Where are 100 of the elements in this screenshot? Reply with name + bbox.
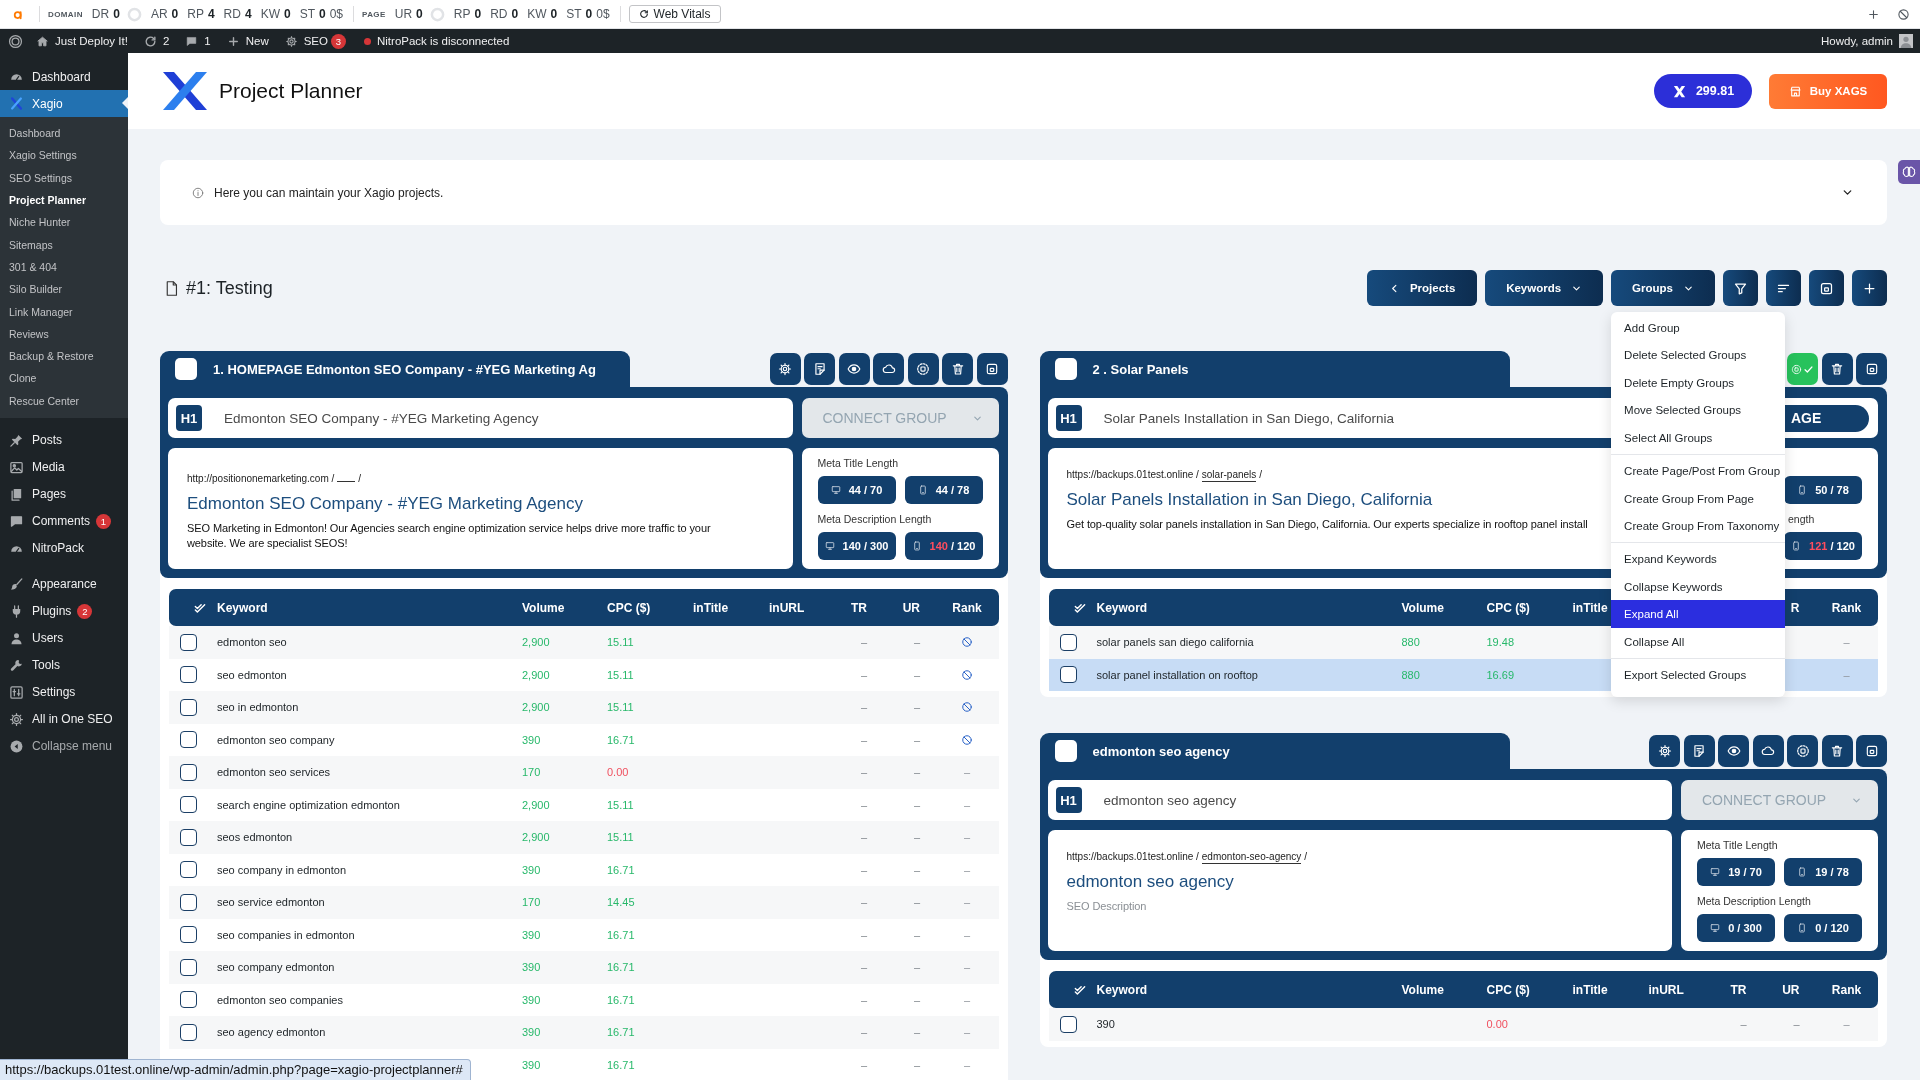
row-checkbox[interactable]	[180, 991, 197, 1009]
column-label[interactable]: CPC ($)	[1486, 982, 1530, 997]
row-checkbox[interactable]	[1059, 666, 1077, 684]
filter-button[interactable]	[1723, 270, 1758, 306]
sidebar-item[interactable]: Plugins 2	[0, 597, 128, 625]
notes-button[interactable]	[804, 353, 835, 385]
menu-item[interactable]: Expand Keywords	[1611, 545, 1786, 573]
sidebar-item[interactable]: Users	[0, 624, 128, 652]
column-label[interactable]: inTitle	[1572, 982, 1608, 997]
submenu-item[interactable]: SEO Settings	[0, 166, 128, 189]
plus-icon[interactable]	[1867, 7, 1880, 21]
slug-field[interactable]: edmonton-seo-agency	[1201, 850, 1302, 864]
submenu-item[interactable]: Clone	[0, 367, 128, 390]
column-label[interactable]: Rank	[1831, 600, 1862, 615]
back-button[interactable]: Projects	[1367, 270, 1478, 306]
menu-item[interactable]: Expand All	[1611, 600, 1786, 628]
sidebar-item[interactable]: Appearance	[0, 570, 128, 598]
cloud-button[interactable]	[873, 353, 904, 385]
row-checkbox[interactable]	[180, 698, 197, 716]
keyword-row[interactable]: seo company in edmonton 390 16.71 – – –	[169, 853, 999, 886]
row-checkbox[interactable]	[180, 666, 197, 684]
keyword-row[interactable]: seo service edmonton 170 14.45 – – –	[169, 886, 999, 919]
column-label[interactable]: R	[1790, 600, 1800, 615]
menu-item[interactable]: Add Group	[1611, 314, 1786, 342]
dropdown-button[interactable]: Groups	[1611, 270, 1715, 306]
save-button[interactable]	[1809, 270, 1844, 306]
sidebar-item[interactable]: NitroPack	[0, 534, 128, 562]
menu-item[interactable]: Collapse All	[1611, 628, 1786, 656]
save-button[interactable]	[1856, 735, 1887, 767]
h1-field[interactable]: H1 edmonton seo agency	[1047, 780, 1672, 820]
delete-button[interactable]	[1821, 353, 1853, 385]
submenu-item[interactable]: Reviews	[0, 322, 128, 345]
group-checkbox[interactable]	[1054, 740, 1077, 762]
seo-description[interactable]: SEO Marketing in Edmonton! Our Agencies search engine optimization service helps drive more traffic to your website. We are specialist SEOS!	[187, 521, 719, 551]
keyword-row[interactable]: seo agency edmonton 390 16.71 – – –	[169, 1016, 999, 1049]
preview-button[interactable]	[838, 353, 870, 385]
submenu-item[interactable]: Link Manager	[0, 300, 128, 323]
keyword-row[interactable]: edmonton seo company 390 16.71 – –	[169, 723, 999, 756]
sidebar-item[interactable]: Dashboard	[0, 63, 128, 90]
column-label[interactable]: Volume	[522, 600, 565, 615]
cloud-button[interactable]	[1752, 735, 1784, 767]
assistant-button[interactable]	[1898, 160, 1920, 184]
column-label[interactable]: Rank	[952, 600, 982, 615]
keyword-row[interactable]: seo in edmonton 2,900 15.11 – –	[169, 691, 999, 724]
keyword-row[interactable]: 390 0.00 – – –	[1048, 1008, 1878, 1041]
column-label[interactable]: UR	[902, 600, 920, 615]
slashed-circle-icon[interactable]	[1897, 7, 1910, 21]
delete-button[interactable]	[1821, 735, 1853, 767]
sidebar-item[interactable]: Comments 1	[0, 507, 128, 535]
column-label[interactable]: CPC ($)	[607, 600, 651, 615]
column-label[interactable]: Keyword	[217, 600, 268, 615]
column-label[interactable]: inTitle	[693, 600, 729, 615]
keyword-row[interactable]: search engine optimization edmonton 2,900 15.11 – – –	[169, 788, 999, 821]
column-label[interactable]: inURL	[769, 600, 805, 615]
keyword-row[interactable]: seo companies in edmonton 390 16.71 – – –	[169, 918, 999, 951]
seo-description[interactable]: Get top-quality solar panels installation in San Diego, California. Our experts specialize in rooftop panel install	[1066, 517, 1599, 532]
row-checkbox[interactable]	[180, 958, 197, 976]
seo-title[interactable]: edmonton seo agency	[1066, 871, 1653, 893]
notice-link[interactable]: NitroPack is disconnected	[364, 35, 510, 47]
submenu-item[interactable]: Project Planner	[0, 188, 128, 212]
column-label[interactable]: Keyword	[1096, 600, 1148, 615]
group-checkbox[interactable]	[1054, 358, 1077, 380]
row-checkbox[interactable]	[180, 763, 197, 781]
column-label[interactable]: Volume	[1401, 600, 1444, 615]
column-label[interactable]: Rank	[1831, 982, 1862, 997]
row-checkbox[interactable]	[180, 796, 197, 814]
dropdown-button[interactable]: Keywords	[1485, 270, 1604, 306]
column-label[interactable]: inTitle	[1572, 600, 1608, 615]
comments-link[interactable]: 1	[185, 34, 211, 48]
submenu-item[interactable]: Xagio Settings	[0, 144, 128, 167]
h1-field[interactable]: H1 Edmonton SEO Company - #YEG Marketing Agency	[168, 398, 793, 438]
row-checkbox[interactable]	[180, 926, 197, 944]
keyword-row[interactable]: seo company edmonton 390 16.71 – – –	[169, 951, 999, 984]
settings-button[interactable]	[1649, 735, 1680, 767]
slug-field[interactable]: solar-panels	[1201, 468, 1257, 482]
column-label[interactable]: inURL	[1648, 982, 1684, 997]
row-checkbox[interactable]	[180, 861, 197, 879]
sort-button[interactable]	[1766, 270, 1801, 306]
row-checkbox[interactable]	[180, 633, 197, 651]
row-checkbox[interactable]	[180, 1023, 197, 1041]
keyword-row[interactable]: seo edmonton 2,900 15.11 – –	[169, 658, 999, 691]
notes-button[interactable]	[1683, 735, 1715, 767]
menu-item[interactable]: Move Selected Groups	[1611, 396, 1786, 425]
row-checkbox[interactable]	[180, 828, 197, 846]
sidebar-item[interactable]: Media	[0, 453, 128, 481]
menu-item[interactable]: Export Selected Groups	[1611, 661, 1786, 689]
web-vitals-button[interactable]: Web Vitals	[628, 5, 721, 23]
menu-item[interactable]: Create Group From Taxonomy	[1611, 512, 1786, 540]
column-label[interactable]: Keyword	[1096, 982, 1148, 997]
seo-title[interactable]: Edmonton SEO Company - #YEG Marketing Agency	[187, 493, 774, 515]
logo-icon[interactable]	[8, 33, 23, 49]
column-label[interactable]: Volume	[1401, 982, 1444, 997]
menu-item[interactable]: Delete Selected Groups	[1611, 341, 1786, 370]
sidebar-item[interactable]: Tools	[0, 651, 128, 679]
submenu-item[interactable]: Sitemaps	[0, 233, 128, 256]
sidebar-item[interactable]: Posts	[0, 426, 128, 454]
submenu-item[interactable]: Dashboard	[0, 122, 128, 145]
new-link[interactable]: New	[226, 34, 269, 48]
submenu-item[interactable]: 301 & 404	[0, 255, 128, 279]
settings-button[interactable]	[769, 353, 801, 385]
